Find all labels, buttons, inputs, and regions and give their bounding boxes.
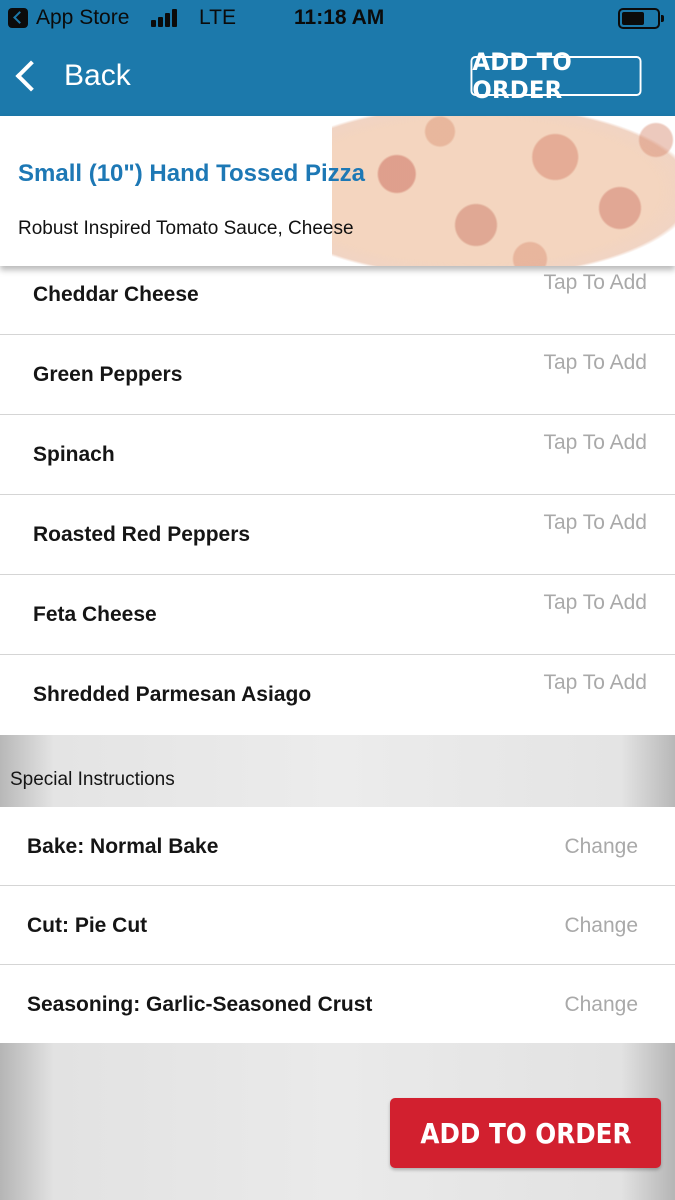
change-button[interactable]: Change [564,914,638,938]
topping-row-feta-cheese[interactable]: Feta Cheese Tap To Add [0,575,675,655]
instruction-label: Bake: Normal Bake [27,835,219,858]
status-bar: App Store LTE 11:18 AM [0,0,675,38]
toppings-list: Cheddar Cheese Tap To Add Green Peppers … [0,255,675,735]
instruction-label: Cut: Pie Cut [27,914,148,937]
add-to-order-button[interactable]: ADD TO ORDER [390,1098,661,1168]
tap-to-add-button[interactable]: Tap To Add [543,591,647,615]
topping-name: Shredded Parmesan Asiago [33,683,312,706]
special-instructions-list: Bake: Normal Bake Change Cut: Pie Cut Ch… [0,807,675,1044]
network-type: LTE [199,6,236,29]
special-instructions-header: Special Instructions [0,735,675,807]
product-title: Small (10") Hand Tossed Pizza [18,160,366,187]
change-button[interactable]: Change [564,993,638,1017]
topping-row-roasted-red-peppers[interactable]: Roasted Red Peppers Tap To Add [0,495,675,575]
tap-to-add-button[interactable]: Tap To Add [543,511,647,535]
battery-icon [618,8,664,29]
app-back-icon[interactable] [8,8,28,28]
back-to-app-label[interactable]: App Store [36,6,129,30]
top-navigation-bar: App Store LTE 11:18 AM Back ADD TO ORDER [0,0,675,116]
pizza-image [332,116,675,266]
topping-name: Cheddar Cheese [33,283,199,306]
clock: 11:18 AM [294,6,385,29]
topping-name: Feta Cheese [33,603,157,626]
topping-row-shredded-parmesan-asiago[interactable]: Shredded Parmesan Asiago Tap To Add [0,655,675,735]
back-button[interactable]: Back [14,54,131,98]
change-button[interactable]: Change [564,835,638,859]
topping-row-spinach[interactable]: Spinach Tap To Add [0,415,675,495]
tap-to-add-button[interactable]: Tap To Add [543,271,647,295]
chevron-left-icon [15,60,47,92]
topping-name: Green Peppers [33,363,183,386]
add-to-order-label: ADD TO ORDER [419,1116,632,1150]
topping-row-green-peppers[interactable]: Green Peppers Tap To Add [0,335,675,415]
tap-to-add-button[interactable]: Tap To Add [543,671,647,695]
product-description: Robust Inspired Tomato Sauce, Cheese [18,218,354,239]
signal-icon [151,9,183,27]
topping-name: Spinach [33,443,115,466]
section-title: Special Instructions [10,769,175,790]
product-header: Small (10") Hand Tossed Pizza Robust Ins… [0,116,675,266]
back-button-label: Back [64,59,131,92]
nav-add-to-order-button[interactable]: ADD TO ORDER [470,48,642,104]
tap-to-add-button[interactable]: Tap To Add [543,351,647,375]
instruction-row-cut[interactable]: Cut: Pie Cut Change [0,886,675,965]
topping-row-cheddar-cheese[interactable]: Cheddar Cheese Tap To Add [0,255,675,335]
tap-to-add-button[interactable]: Tap To Add [543,431,647,455]
topping-name: Roasted Red Peppers [33,523,251,546]
instruction-row-seasoning[interactable]: Seasoning: Garlic-Seasoned Crust Change [0,965,675,1044]
instruction-label: Seasoning: Garlic-Seasoned Crust [27,993,373,1016]
instruction-row-bake[interactable]: Bake: Normal Bake Change [0,807,675,886]
